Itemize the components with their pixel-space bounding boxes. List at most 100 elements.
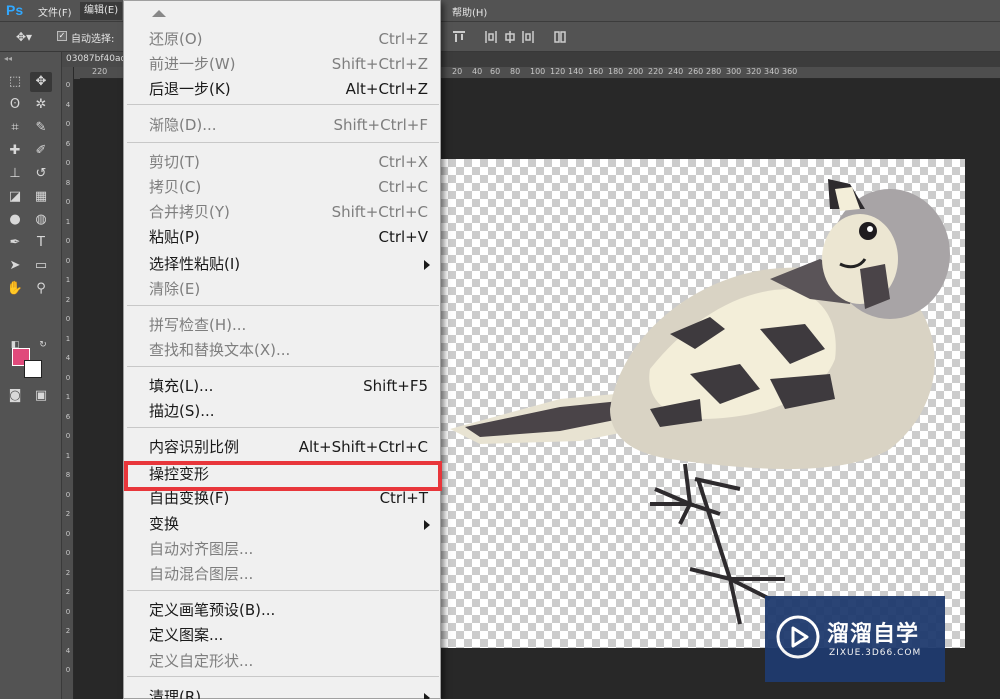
edit-menu-item[interactable]: 变换 [124, 512, 440, 537]
menu-item-shortcut: Ctrl+Z [378, 30, 428, 48]
panel-collapse-icon[interactable]: ◂◂ [4, 54, 12, 63]
quick-mask-icon[interactable]: ◙ [4, 386, 26, 406]
auto-align-icon[interactable] [553, 30, 567, 44]
menu-item-label: 描边(S)... [149, 402, 215, 420]
menu-item-shortcut: Alt+Shift+Ctrl+C [298, 438, 428, 456]
ruler-top-label: 220 [92, 67, 108, 76]
distribute-left-icon[interactable] [484, 30, 498, 44]
default-colors-icon[interactable]: ◧ [4, 335, 26, 355]
type-tool-icon[interactable]: T [30, 233, 52, 253]
edit-menu-item[interactable]: 查找和替换文本(X)... [124, 338, 440, 363]
menu-edit[interactable]: 编辑(E) [80, 2, 123, 20]
ruler-left-label: 1 [65, 334, 71, 343]
brush-tool-icon[interactable]: ✐ [30, 141, 52, 161]
edit-menu-item[interactable]: 渐隐(D)... Shift+Ctrl+F [124, 113, 440, 138]
ruler-left-label: 4 [65, 354, 71, 362]
edit-menu-item[interactable]: 还原(O) Ctrl+Z [124, 27, 440, 52]
edit-menu-item[interactable]: 前进一步(W) Shift+Ctrl+Z [124, 52, 440, 77]
eraser-tool-icon[interactable]: ◪ [4, 187, 26, 207]
edit-menu-item[interactable]: 描边(S)... [124, 399, 440, 424]
edit-menu-item[interactable]: 拼写检查(H)... [124, 313, 440, 338]
ruler-top-label: 120 [550, 67, 566, 76]
edit-menu-item[interactable]: 定义图案... [124, 623, 440, 648]
crop-tool-icon[interactable]: ⌗ [4, 118, 26, 138]
submenu-arrow-icon [424, 693, 430, 699]
ruler-left-label: 0 [65, 549, 71, 557]
menu-item-shortcut: Shift+Ctrl+C [331, 203, 428, 221]
move-tool-preset-icon[interactable]: ✥▾ [16, 30, 32, 44]
gradient-tool-icon[interactable]: ▦ [30, 187, 52, 207]
menu-item-shortcut: Shift+Ctrl+Z [331, 55, 428, 73]
swap-colors-icon[interactable]: ↻ [32, 335, 54, 355]
eyedropper-tool-icon[interactable]: ✎ [30, 118, 52, 138]
ruler-top-label: 260 [688, 67, 704, 76]
menu-item-label: 清除(E) [149, 280, 201, 298]
hand-tool-icon[interactable]: ✋ [4, 279, 26, 299]
edit-menu-item[interactable]: 定义画笔预设(B)... [124, 598, 440, 623]
pen-tool-icon[interactable]: ✒ [4, 233, 26, 253]
menu-help[interactable]: 帮助(H) [452, 4, 487, 19]
menu-item-label: 剪切(T) [149, 153, 200, 171]
edit-menu-item[interactable]: 内容识别比例 Alt+Shift+Ctrl+C [124, 435, 440, 460]
menu-separator [127, 366, 439, 367]
blur-tool-icon[interactable]: ● [4, 210, 26, 230]
edit-menu-item[interactable]: 合并拷贝(Y) Shift+Ctrl+C [124, 200, 440, 225]
ruler-left-label: 8 [65, 178, 71, 187]
distribute-center-icon[interactable] [503, 30, 517, 44]
ruler-left-label: 6 [65, 139, 71, 148]
ruler-left-label: 8 [65, 471, 71, 479]
edit-menu-item[interactable]: 拷贝(C) Ctrl+C [124, 175, 440, 200]
ruler-left-label: 0 [65, 607, 71, 616]
zoom-tool-icon[interactable]: ⚲ [30, 279, 52, 299]
ruler-left-label: 0 [65, 120, 71, 128]
ruler-left-label: 1 [65, 393, 71, 401]
history-brush-tool-icon[interactable]: ↺ [30, 164, 52, 184]
lasso-tool-icon[interactable]: ʘ [4, 95, 26, 115]
ruler-left-label: 4 [65, 100, 71, 109]
edit-menu-item[interactable]: 粘贴(P) Ctrl+V [124, 225, 440, 250]
menu-item-label: 内容识别比例 [149, 438, 240, 456]
ruler-top-label: 340 [764, 67, 780, 76]
align-top-icon[interactable] [452, 30, 466, 44]
ruler-top-label: 300 [726, 67, 742, 76]
document-tab[interactable]: 03087bf40ad [62, 52, 124, 67]
menu-item-shortcut: Ctrl+X [378, 153, 428, 171]
edit-menu-item[interactable]: 清除(E) [124, 277, 440, 302]
menu-item-label: 填充(L)... [149, 377, 214, 395]
marquee-tool-icon[interactable]: ⬚ [4, 72, 26, 92]
edit-menu-item[interactable]: 自动混合图层... [124, 562, 440, 587]
menu-file[interactable]: 文件(F) [38, 4, 72, 19]
ruler-top-label: 320 [746, 67, 762, 76]
submenu-arrow-icon [424, 520, 430, 530]
ruler-left-label: 2 [65, 510, 71, 518]
screen-mode-icon[interactable]: ▣ [30, 386, 52, 406]
magic-wand-tool-icon[interactable]: ✲ [30, 95, 52, 115]
distribute-right-icon[interactable] [521, 30, 535, 44]
menu-separator [127, 104, 439, 105]
menu-separator [127, 590, 439, 591]
edit-menu-item[interactable]: 后退一步(K) Alt+Ctrl+Z [124, 77, 440, 102]
dodge-tool-icon[interactable]: ◍ [30, 210, 52, 230]
healing-brush-tool-icon[interactable]: ✚ [4, 141, 26, 161]
edit-menu-item[interactable]: 自动对齐图层... [124, 537, 440, 562]
highlight-puppet-warp [124, 461, 442, 491]
ruler-top-label: 180 [608, 67, 624, 76]
clone-stamp-tool-icon[interactable]: ⊥ [4, 164, 26, 184]
ruler-top-label: 220 [648, 67, 664, 76]
rectangle-tool-icon[interactable]: ▭ [30, 256, 52, 276]
edit-menu-item[interactable]: 剪切(T) Ctrl+X [124, 150, 440, 175]
auto-select-checkbox[interactable]: ✓ [57, 31, 67, 41]
scroll-up-arrow-icon[interactable] [152, 10, 166, 17]
edit-menu-item[interactable]: 清理(R) [124, 685, 440, 699]
edit-menu-item[interactable]: 填充(L)... Shift+F5 [124, 374, 440, 399]
ruler-left-label: 6 [65, 412, 71, 421]
ruler-left-label: 1 [65, 451, 71, 460]
edit-menu-item[interactable]: 定义自定形状... [124, 649, 440, 674]
tools-panel: ◂◂ ⬚ ✥ ʘ ✲ ⌗ ✎ ✚ ✐ ⊥ ↺ ◪ ▦ ● ◍ ✒ T ➤ ▭ ✋… [0, 52, 62, 699]
background-color-swatch[interactable] [24, 360, 42, 378]
menu-item-shortcut: Ctrl+V [378, 228, 428, 246]
ruler-left-label: 0 [65, 81, 71, 89]
edit-menu-item[interactable]: 选择性粘贴(I) [124, 252, 440, 277]
path-selection-tool-icon[interactable]: ➤ [4, 256, 26, 276]
move-tool-icon[interactable]: ✥ [30, 72, 52, 92]
